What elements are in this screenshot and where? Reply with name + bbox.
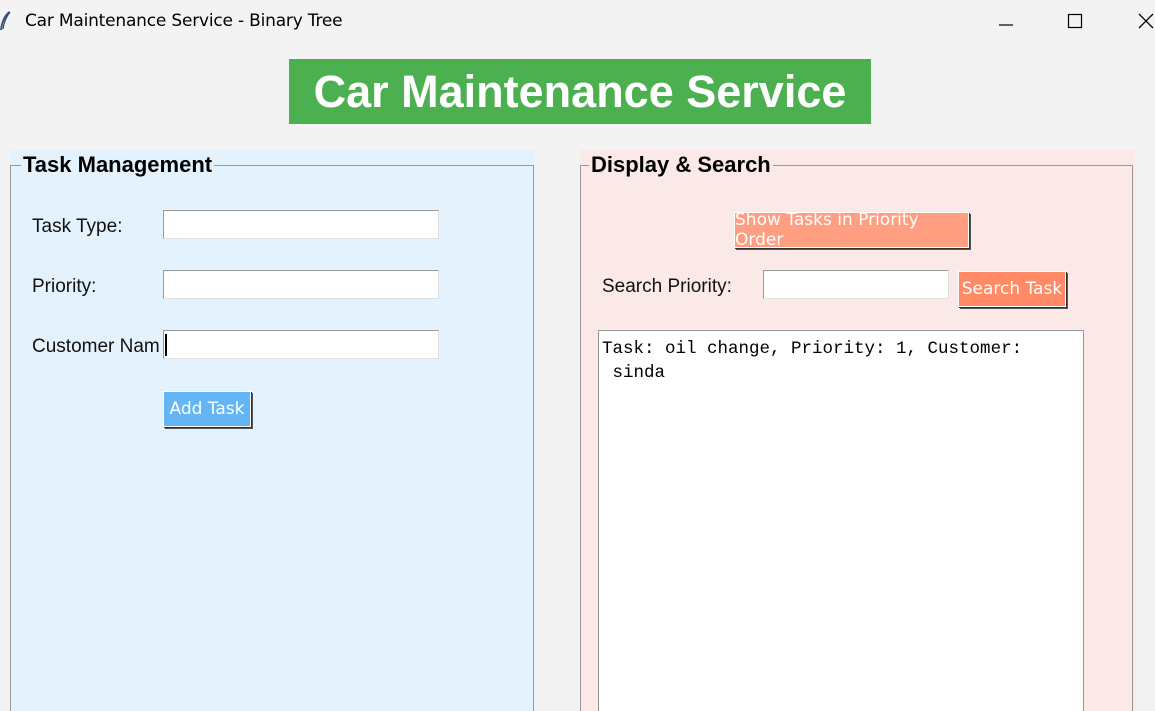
task-output-text: Task: oil change, Priority: 1, Customer:… bbox=[602, 339, 1023, 383]
maximize-button[interactable] bbox=[1057, 8, 1093, 34]
customer-name-input[interactable] bbox=[163, 330, 439, 359]
close-button[interactable] bbox=[1128, 8, 1155, 34]
maximize-icon bbox=[1067, 13, 1083, 29]
search-task-button[interactable]: Search Task bbox=[958, 271, 1066, 307]
window-title: Car Maintenance Service - Binary Tree bbox=[25, 11, 343, 31]
task-management-title: Task Management bbox=[21, 152, 215, 178]
show-tasks-button[interactable]: Show Tasks in Priority Order bbox=[734, 210, 969, 250]
text-cursor bbox=[165, 334, 167, 356]
task-management-panel: Task Management Task Type: Priority: Cus… bbox=[10, 150, 535, 711]
priority-input[interactable] bbox=[163, 270, 439, 299]
search-priority-input[interactable] bbox=[763, 270, 949, 299]
app-header: Car Maintenance Service bbox=[289, 59, 871, 124]
display-search-panel: Display & Search Show Tasks in Priority … bbox=[580, 150, 1135, 711]
task-management-border bbox=[10, 165, 534, 711]
search-priority-label: Search Priority: bbox=[602, 276, 732, 297]
feather-icon bbox=[0, 11, 11, 30]
minimize-button[interactable] bbox=[988, 8, 1024, 34]
customer-name-label: Customer Nam bbox=[32, 336, 160, 357]
close-icon bbox=[1138, 13, 1154, 29]
minimize-icon bbox=[999, 24, 1013, 26]
task-type-label: Task Type: bbox=[32, 216, 123, 237]
task-output-textbox[interactable]: Task: oil change, Priority: 1, Customer:… bbox=[598, 330, 1084, 711]
display-search-title: Display & Search bbox=[589, 152, 773, 178]
task-type-input[interactable] bbox=[163, 210, 439, 239]
priority-label: Priority: bbox=[32, 276, 97, 297]
window-titlebar: Car Maintenance Service - Binary Tree bbox=[0, 0, 1155, 42]
add-task-button[interactable]: Add Task bbox=[163, 391, 251, 427]
